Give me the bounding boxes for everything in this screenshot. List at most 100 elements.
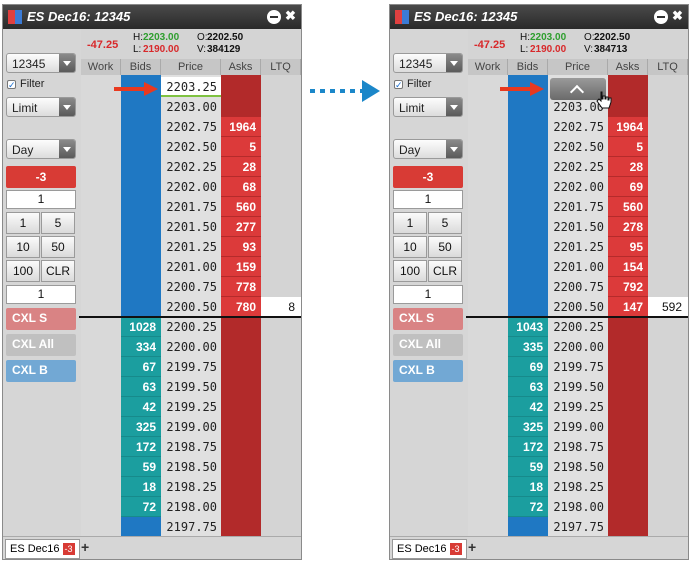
price-cell[interactable]: 2198.75 (548, 437, 608, 457)
qty-button[interactable]: 1 (6, 212, 40, 234)
ask-cell[interactable]: 68 (221, 177, 261, 197)
price-cell[interactable]: 2200.75 (548, 277, 608, 297)
bid-cell[interactable]: 335 (508, 337, 548, 357)
price-cell[interactable]: 2202.50 (548, 137, 608, 157)
price-cell[interactable]: 2201.75 (548, 197, 608, 217)
cancel-sells-button[interactable]: CXL S (6, 308, 76, 330)
ask-cell[interactable]: 28 (221, 157, 261, 177)
price-cell[interactable]: 2198.50 (548, 457, 608, 477)
price-cell[interactable]: 2197.75 (161, 517, 221, 537)
bid-cell[interactable]: 325 (121, 417, 161, 437)
price-cell[interactable]: 2200.00 (548, 337, 608, 357)
price-cell[interactable]: 2200.50 (548, 297, 608, 317)
bid-cell[interactable]: 63 (121, 377, 161, 397)
tif-select[interactable]: Day (393, 139, 463, 159)
price-cell[interactable]: 2199.00 (548, 417, 608, 437)
price-cell[interactable]: 2202.50 (161, 137, 221, 157)
price-cell[interactable]: 2202.00 (548, 177, 608, 197)
bid-cell[interactable]: 172 (508, 437, 548, 457)
close-icon[interactable]: ✖ (285, 6, 296, 26)
account-select[interactable]: 12345 (6, 53, 76, 73)
price-cell[interactable]: 2202.25 (161, 157, 221, 177)
filter-checkbox[interactable]: ✓ (394, 80, 403, 90)
price-cell[interactable]: 2202.25 (548, 157, 608, 177)
qty-button[interactable]: 100 (6, 260, 40, 282)
ask-cell[interactable]: 93 (221, 237, 261, 257)
filter-checkbox[interactable]: ✓ (7, 80, 16, 90)
price-cell[interactable]: 2201.75 (161, 197, 221, 217)
qty-button[interactable]: CLR (428, 260, 462, 282)
price-cell[interactable]: 2201.00 (548, 257, 608, 277)
add-tab-icon[interactable]: + (81, 539, 89, 555)
price-cell[interactable]: 2198.00 (161, 497, 221, 517)
price-cell[interactable]: 2200.00 (161, 337, 221, 357)
price-cell[interactable]: 2198.50 (161, 457, 221, 477)
ask-cell[interactable]: 560 (221, 197, 261, 217)
bid-cell[interactable]: 69 (508, 357, 548, 377)
price-cell[interactable]: 2199.75 (161, 357, 221, 377)
ask-cell[interactable]: 780 (221, 297, 261, 317)
price-cell[interactable]: 2198.25 (548, 477, 608, 497)
price-cell[interactable]: 2200.25 (548, 317, 608, 337)
price-cell[interactable]: 2199.50 (161, 377, 221, 397)
qty-button[interactable]: 5 (41, 212, 75, 234)
qty-button[interactable]: 5 (428, 212, 462, 234)
price-cell[interactable]: 2200.50 (161, 297, 221, 317)
quantity-field[interactable]: 1 (6, 190, 76, 209)
cancel-all-button[interactable]: CXL All (6, 334, 76, 356)
bid-cell[interactable]: 18 (121, 477, 161, 497)
bid-cell[interactable]: 334 (121, 337, 161, 357)
bid-cell[interactable]: 42 (508, 397, 548, 417)
qty-button[interactable]: 50 (428, 236, 462, 258)
bid-cell[interactable]: 59 (508, 457, 548, 477)
price-cell[interactable]: 2200.75 (161, 277, 221, 297)
minimize-icon[interactable] (267, 10, 281, 24)
bid-cell[interactable]: 1028 (121, 317, 161, 337)
bid-cell[interactable]: 72 (121, 497, 161, 517)
price-cell[interactable]: 2199.25 (548, 397, 608, 417)
instrument-tab[interactable]: ES Dec16 -3 (392, 539, 467, 559)
price-cell[interactable]: 2198.25 (161, 477, 221, 497)
qty-button[interactable]: 10 (393, 236, 427, 258)
price-cell[interactable]: 2199.25 (161, 397, 221, 417)
qty-button[interactable]: 100 (393, 260, 427, 282)
ask-cell[interactable]: 560 (608, 197, 648, 217)
price-cell[interactable]: 2199.00 (161, 417, 221, 437)
price-cell[interactable]: 2203.25 (161, 77, 221, 97)
ask-cell[interactable]: 792 (608, 277, 648, 297)
add-tab-icon[interactable]: + (468, 539, 476, 555)
price-cell[interactable]: 2201.25 (548, 237, 608, 257)
qty-button[interactable]: CLR (41, 260, 75, 282)
ask-cell[interactable]: 95 (608, 237, 648, 257)
cancel-all-button[interactable]: CXL All (393, 334, 463, 356)
qty-button[interactable]: 10 (6, 236, 40, 258)
tif-select[interactable]: Day (6, 139, 76, 159)
order-type-select[interactable]: Limit (393, 97, 463, 117)
price-cell[interactable]: 2201.50 (548, 217, 608, 237)
price-cell[interactable]: 2198.75 (161, 437, 221, 457)
price-cell[interactable]: 2200.25 (161, 317, 221, 337)
bid-cell[interactable]: 63 (508, 377, 548, 397)
price-cell[interactable]: 2202.00 (161, 177, 221, 197)
bid-cell[interactable]: 72 (508, 497, 548, 517)
bid-cell[interactable]: 325 (508, 417, 548, 437)
ask-cell[interactable]: 778 (221, 277, 261, 297)
price-cell[interactable]: 2202.75 (161, 117, 221, 137)
ask-cell[interactable]: 159 (221, 257, 261, 277)
cancel-buys-button[interactable]: CXL B (6, 360, 76, 382)
price-cell[interactable]: 2199.75 (548, 357, 608, 377)
order-type-select[interactable]: Limit (6, 97, 76, 117)
bid-cell[interactable]: 172 (121, 437, 161, 457)
account-select[interactable]: 12345 (393, 53, 463, 73)
quantity-field[interactable]: 1 (393, 190, 463, 209)
cancel-sells-button[interactable]: CXL S (393, 308, 463, 330)
price-cell[interactable]: 2201.25 (161, 237, 221, 257)
price-cell[interactable]: 2198.00 (548, 497, 608, 517)
close-icon[interactable]: ✖ (672, 6, 683, 26)
quantity-field-2[interactable]: 1 (393, 285, 463, 304)
instrument-tab[interactable]: ES Dec16 -3 (5, 539, 80, 559)
cancel-buys-button[interactable]: CXL B (393, 360, 463, 382)
ask-cell[interactable]: 69 (608, 177, 648, 197)
qty-button[interactable]: 1 (393, 212, 427, 234)
price-cell[interactable]: 2199.50 (548, 377, 608, 397)
